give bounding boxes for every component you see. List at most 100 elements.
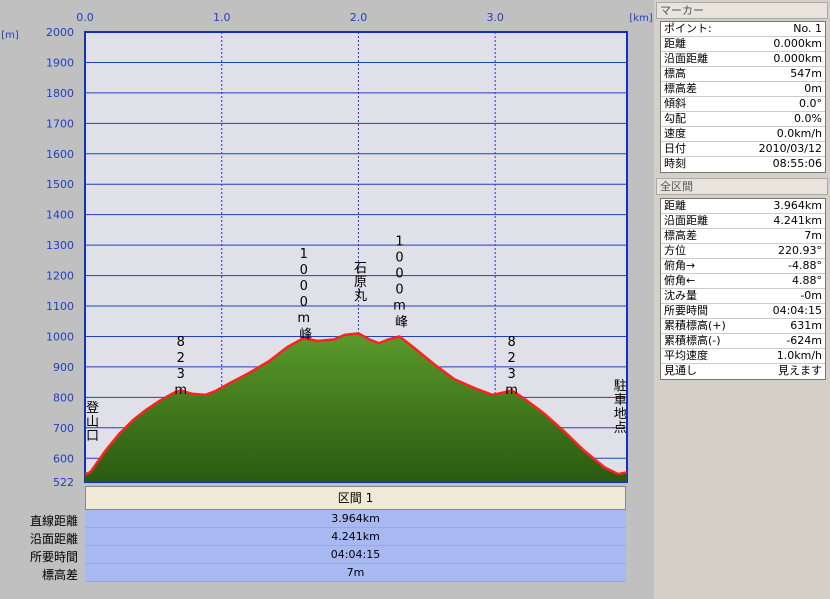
marker-panel: ポイント: No. 1 距離 0.000km 沿面距離 0.000km 標高 547m 標高差 0…	[660, 21, 826, 173]
total-panel: 距離 3.964km 沿面距離 4.241km 標高差 7m 方位 220.93° 俯角→ -4.…	[660, 198, 826, 380]
y-tick-label: 600	[53, 452, 74, 465]
marker-panel-row: 日付 2010/03/12	[661, 142, 825, 157]
annotation-label: 1000m峰	[392, 235, 408, 329]
row-label: ポイント:	[664, 22, 712, 35]
y-tick-label: 1800	[46, 87, 74, 100]
row-value: 7m	[804, 229, 822, 242]
row-value: 631m	[790, 319, 822, 332]
row-label: 勾配	[664, 112, 686, 125]
row-value: 0m	[804, 82, 822, 95]
row-value: 2010/03/12	[758, 142, 822, 155]
total-panel-row: 標高差 7m	[661, 229, 825, 244]
marker-panel-row: 勾配 0.0%	[661, 112, 825, 127]
profile-area: 2000 1900 1800 1700 1600 1500 1400 1300 1200 1100…	[0, 0, 654, 599]
row-value: 04:04:15	[772, 304, 822, 317]
row-label: 標高	[664, 67, 686, 80]
total-panel-row: 所要時間 04:04:15	[661, 304, 825, 319]
marker-panel-row: ポイント: No. 1	[661, 22, 825, 37]
row-value: 0.000km	[773, 37, 822, 50]
marker-panel-title[interactable]: マーカー	[656, 2, 828, 19]
section-row-value: 7m	[85, 564, 626, 582]
marker-panel-row: 速度 0.0km/h	[661, 127, 825, 142]
total-panel-title[interactable]: 全区間	[656, 178, 828, 195]
section-header[interactable]: 区間 1	[85, 486, 626, 510]
y-tick-label: 1700	[46, 117, 74, 130]
row-label: 傾斜	[664, 97, 686, 110]
row-label: 沿面距離	[664, 52, 708, 65]
total-panel-row: 方位 220.93°	[661, 244, 825, 259]
total-panel-row: 距離 3.964km	[661, 199, 825, 214]
row-value: No. 1	[793, 22, 822, 35]
section-row-value: 3.964km	[85, 510, 626, 528]
y-tick-label: 1400	[46, 209, 74, 222]
total-panel-row: 沈み量 -0m	[661, 289, 825, 304]
y-tick-label: 1200	[46, 270, 74, 283]
row-label: 標高差	[664, 82, 697, 95]
y-tick-label: 700	[53, 422, 74, 435]
row-value: 0.000km	[773, 52, 822, 65]
row-label: 速度	[664, 127, 686, 140]
y-tick-label: 1100	[46, 300, 74, 313]
section-row-value: 4.241km	[85, 528, 626, 546]
x-tick-label: 0.0	[76, 11, 94, 24]
y-tick-label: 1300	[46, 239, 74, 252]
x-tick-label: 3.0	[486, 11, 504, 24]
total-panel-row: 見通し 見えます	[661, 364, 825, 379]
row-value: 0.0km/h	[776, 127, 822, 140]
row-label: 累積標高(+)	[664, 319, 726, 332]
section-row-label: 直線距離	[29, 514, 78, 528]
y-unit-label: [m]	[1, 30, 19, 41]
row-value: 0.0%	[794, 112, 822, 125]
elevation-chart[interactable]: 2000 1900 1800 1700 1600 1500 1400 1300 1200 1100…	[0, 0, 654, 490]
section-row-label: 沿面距離	[29, 532, 78, 546]
y-tick-label: 1600	[46, 148, 74, 161]
row-label: 沈み量	[664, 289, 697, 302]
annotation-label: 823m	[173, 335, 188, 399]
row-value: 220.93°	[778, 244, 822, 257]
marker-panel-row: 傾斜 0.0°	[661, 97, 825, 112]
row-value: 0.0°	[799, 97, 822, 110]
row-value: 見えます	[778, 364, 822, 377]
annotation-label: 駐車地点	[611, 378, 627, 434]
annotation-label: 登山口	[83, 401, 99, 443]
row-label: 距離	[664, 37, 686, 50]
row-value: 1.0km/h	[776, 349, 822, 362]
row-label: 見通し	[664, 364, 697, 377]
marker-panel-row: 沿面距離 0.000km	[661, 52, 825, 67]
y-tick-label: 1000	[46, 330, 74, 343]
section-row-label: 標高差	[41, 568, 78, 582]
row-label: 時刻	[664, 157, 686, 170]
row-value: 4.88°	[792, 274, 822, 287]
row-label: 日付	[664, 142, 686, 155]
total-panel-row: 俯角→ -4.88°	[661, 259, 825, 274]
y-tick-label: 800	[53, 391, 74, 404]
row-label: 沿面距離	[664, 214, 708, 227]
total-panel-row: 沿面距離 4.241km	[661, 214, 825, 229]
marker-panel-row: 時刻 08:55:06	[661, 157, 825, 172]
marker-panel-row: 標高 547m	[661, 67, 825, 82]
annotation-label: 石原丸	[351, 261, 367, 303]
total-panel-row: 累積標高(-) -624m	[661, 334, 825, 349]
y-tick-label: 1500	[46, 178, 74, 191]
y-tick-label: 1900	[46, 56, 74, 69]
row-value: -624m	[786, 334, 822, 347]
x-unit-label: [km]	[629, 13, 652, 24]
row-value: 08:55:06	[772, 157, 822, 170]
y-tick-label: 2000	[46, 26, 74, 39]
row-label: 方位	[664, 244, 686, 257]
row-label: 俯角→	[664, 259, 696, 272]
marker-panel-row: 距離 0.000km	[661, 37, 825, 52]
marker-panel-row: 標高差 0m	[661, 82, 825, 97]
row-label: 累積標高(-)	[664, 334, 721, 347]
row-label: 平均速度	[664, 349, 708, 362]
total-panel-row: 累積標高(+) 631m	[661, 319, 825, 334]
row-label: 標高差	[664, 229, 697, 242]
row-value: -4.88°	[788, 259, 822, 272]
annotation-label: 823m	[504, 335, 519, 399]
x-tick-label: 1.0	[213, 11, 231, 24]
annotation-label: 1000m峰	[296, 247, 312, 341]
total-panel-row: 俯角← 4.88°	[661, 274, 825, 289]
row-label: 俯角←	[664, 274, 696, 287]
x-tick-label: 2.0	[350, 11, 368, 24]
y-tick-label: 522	[53, 476, 74, 489]
